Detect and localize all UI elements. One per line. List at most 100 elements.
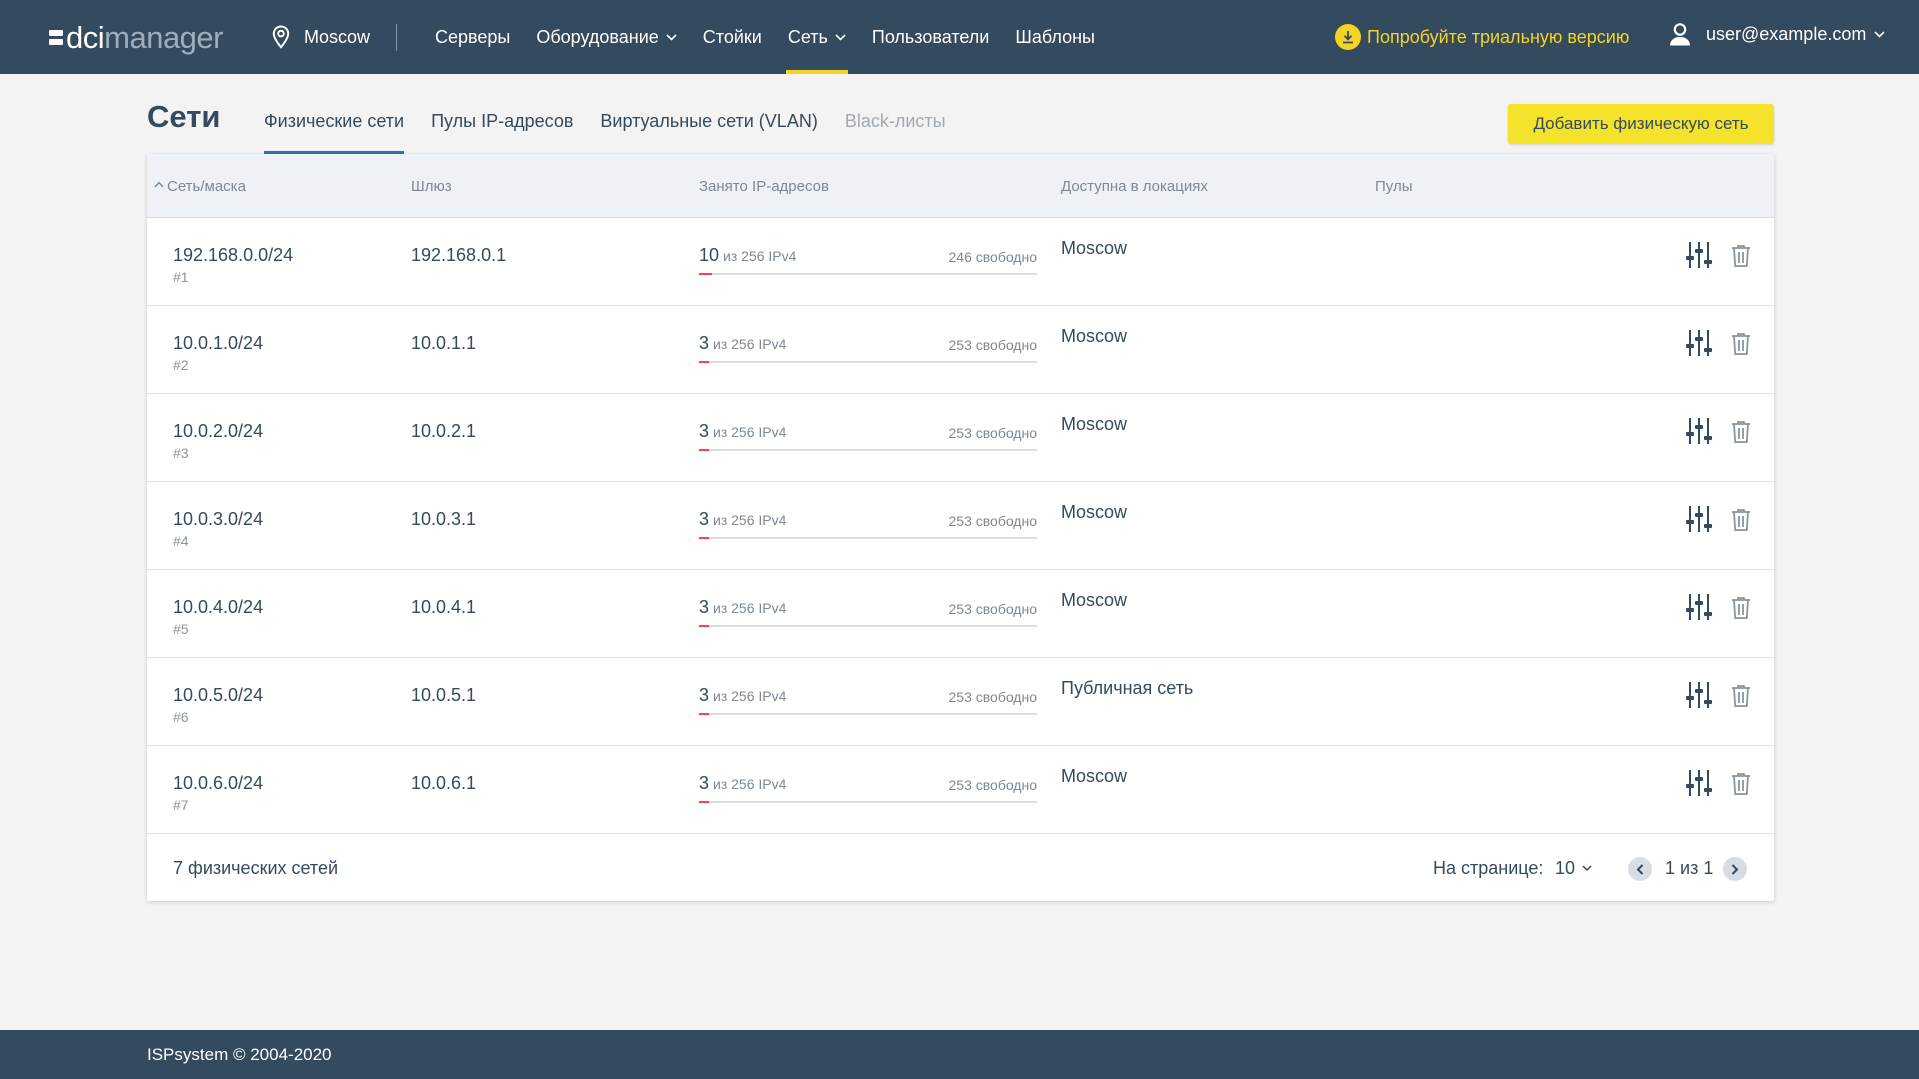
- add-physical-network-button[interactable]: Добавить физическую сеть: [1508, 104, 1774, 144]
- location: Moscow: [1061, 502, 1128, 522]
- ip-usage: 3 из 256 IPv4 253 свободно: [699, 421, 1037, 453]
- network-mask[interactable]: 10.0.1.0/24: [173, 333, 263, 354]
- location-selector[interactable]: Moscow: [272, 22, 370, 52]
- network-mask[interactable]: 10.0.2.0/24: [173, 421, 263, 442]
- sliders-icon[interactable]: [1686, 240, 1712, 270]
- table-row[interactable]: 192.168.0.0/24 #1 192.168.0.1 10 из 256 IPv4…: [147, 218, 1774, 306]
- table-row[interactable]: 10.0.6.0/24 #7 10.0.6.1 3 из 256 IPv4 253 сво…: [147, 746, 1774, 834]
- ip-used-count: 3: [699, 509, 710, 529]
- logo-text: dcimanager: [66, 19, 223, 55]
- ip-usage: 3 из 256 IPv4 253 свободно: [699, 685, 1037, 717]
- trash-icon[interactable]: [1731, 244, 1751, 268]
- table-row[interactable]: 10.0.2.0/24 #3 10.0.2.1 3 из 256 IPv4 253 сво…: [147, 394, 1774, 482]
- ip-total: из 256 IPv4: [723, 248, 797, 264]
- table-header: Сеть/маска Шлюз Занято IP-адресов Доступ…: [147, 154, 1774, 218]
- ip-free: 253 свободно: [948, 777, 1038, 793]
- nav-item-equipment[interactable]: Оборудование: [523, 0, 689, 74]
- network-mask[interactable]: 10.0.3.0/24: [173, 509, 263, 530]
- trash-icon[interactable]: [1731, 332, 1751, 356]
- copyright: ISPsystem © 2004-2020: [147, 1045, 332, 1064]
- per-page-label: На странице:: [1433, 858, 1544, 878]
- tab-blacklists[interactable]: Black-листы: [845, 103, 946, 154]
- sliders-icon[interactable]: [1686, 416, 1712, 446]
- sliders-icon[interactable]: [1686, 328, 1712, 358]
- column-header-ips[interactable]: Занято IP-адресов: [699, 178, 829, 195]
- main-menu: Серверы Оборудование Стойки Сеть Пользов…: [422, 0, 1108, 74]
- nav-item-templates[interactable]: Шаблоны: [1002, 0, 1108, 74]
- table-row[interactable]: 10.0.5.0/24 #6 10.0.5.1 3 из 256 IPv4 253 сво…: [147, 658, 1774, 746]
- gateway: 10.0.2.1: [411, 421, 477, 441]
- ip-total: из 256 IPv4: [713, 424, 787, 440]
- table-row[interactable]: 10.0.3.0/24 #4 10.0.3.1 3 из 256 IPv4 253 сво…: [147, 482, 1774, 570]
- nav-item-users[interactable]: Пользователи: [859, 0, 1002, 74]
- ip-usage-bar: [699, 537, 1037, 539]
- table-footer: 7 физических сетей На странице: 10 1 из …: [147, 837, 1774, 901]
- nav-divider: [396, 24, 397, 51]
- top-navigation-bar: dcimanager Moscow Серверы Оборудование С…: [0, 0, 1919, 74]
- ip-free: 253 свободно: [948, 337, 1038, 353]
- previous-page-button[interactable]: [1628, 857, 1652, 881]
- nav-item-servers[interactable]: Серверы: [422, 0, 523, 74]
- sliders-icon[interactable]: [1686, 680, 1712, 710]
- ip-used-count: 3: [699, 773, 710, 793]
- ip-used-count: 10: [699, 245, 720, 265]
- ip-free: 253 свободно: [948, 425, 1038, 441]
- next-page-button[interactable]: [1723, 857, 1747, 881]
- trash-icon[interactable]: [1731, 684, 1751, 708]
- ip-used-count: 3: [699, 597, 710, 617]
- network-mask[interactable]: 10.0.4.0/24: [173, 597, 263, 618]
- page-footer: ISPsystem © 2004-2020: [0, 1030, 1919, 1079]
- trash-icon[interactable]: [1731, 420, 1751, 444]
- tab-physical-networks[interactable]: Физические сети: [264, 103, 405, 154]
- nav-item-network[interactable]: Сеть: [775, 0, 859, 74]
- sliders-icon[interactable]: [1686, 504, 1712, 534]
- user-menu[interactable]: user@example.com: [1668, 22, 1885, 47]
- network-id: #5: [173, 621, 189, 637]
- ip-usage-bar: [699, 801, 1037, 803]
- column-header-locations[interactable]: Доступна в локациях: [1061, 178, 1208, 195]
- network-id: #2: [173, 357, 189, 373]
- page-title: Сети: [147, 99, 221, 134]
- ip-usage-bar-fill: [699, 273, 713, 275]
- table-row[interactable]: 10.0.1.0/24 #2 10.0.1.1 3 из 256 IPv4 253 сво…: [147, 306, 1774, 394]
- ip-total: из 256 IPv4: [713, 336, 787, 352]
- ip-free: 253 свободно: [948, 689, 1038, 705]
- ip-used-count: 3: [699, 421, 710, 441]
- location: Moscow: [1061, 238, 1128, 258]
- column-header-network[interactable]: Сеть/маска: [167, 178, 246, 195]
- column-header-pools[interactable]: Пулы: [1375, 178, 1413, 195]
- gateway: 10.0.3.1: [411, 509, 477, 529]
- sliders-icon[interactable]: [1686, 592, 1712, 622]
- ip-free: 253 свободно: [948, 601, 1038, 617]
- trial-version-link[interactable]: Попробуйте триальную версию: [1335, 24, 1629, 50]
- sliders-icon[interactable]: [1686, 768, 1712, 798]
- per-page-select[interactable]: 10: [1555, 858, 1592, 879]
- tab-ip-pools[interactable]: Пулы IP-адресов: [431, 103, 573, 154]
- column-header-gateway[interactable]: Шлюз: [411, 178, 452, 195]
- chevron-down-icon: [666, 33, 677, 41]
- trash-icon[interactable]: [1731, 772, 1751, 796]
- network-mask[interactable]: 10.0.5.0/24: [173, 685, 263, 706]
- trash-icon[interactable]: [1731, 508, 1751, 532]
- ip-total: из 256 IPv4: [713, 688, 787, 704]
- network-mask[interactable]: 192.168.0.0/24: [173, 245, 293, 266]
- ip-usage-bar: [699, 713, 1037, 715]
- network-id: #7: [173, 797, 189, 813]
- sort-asc-icon[interactable]: [154, 181, 164, 188]
- table-row[interactable]: 10.0.4.0/24 #5 10.0.4.1 3 из 256 IPv4 253 сво…: [147, 570, 1774, 658]
- network-id: #3: [173, 445, 189, 461]
- location: Moscow: [1061, 590, 1128, 610]
- location: Публичная сеть: [1061, 678, 1194, 698]
- location: Moscow: [1061, 326, 1128, 346]
- network-mask[interactable]: 10.0.6.0/24: [173, 773, 263, 794]
- gateway: 10.0.4.1: [411, 597, 477, 617]
- network-id: #1: [173, 269, 189, 285]
- tab-vlan[interactable]: Виртуальные сети (VLAN): [600, 103, 817, 154]
- nav-item-racks[interactable]: Стойки: [690, 0, 775, 74]
- page-indicator: 1 из 1: [1665, 858, 1714, 878]
- trash-icon[interactable]: [1731, 596, 1751, 620]
- ip-usage-bar-fill: [699, 801, 710, 803]
- ip-usage: 3 из 256 IPv4 253 свободно: [699, 773, 1037, 805]
- dcimanager-logo[interactable]: dcimanager: [49, 20, 223, 54]
- ip-usage: 3 из 256 IPv4 253 свободно: [699, 509, 1037, 541]
